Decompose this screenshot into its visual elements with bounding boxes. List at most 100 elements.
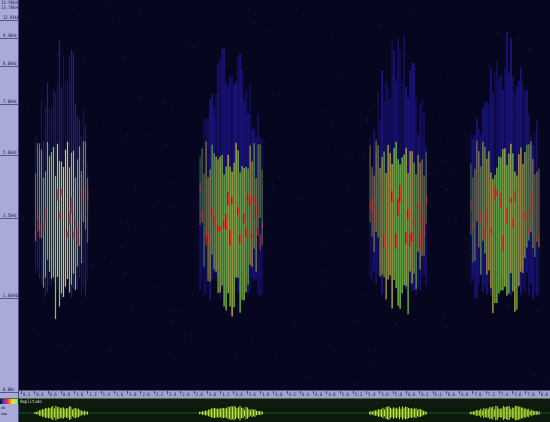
noise-speck [176,348,178,351]
spectral-core [245,228,247,238]
noise-speck [455,217,457,221]
spectral-band [42,177,45,288]
spectral-band [205,141,207,237]
time-tick [299,391,301,394]
noise-speck [32,329,34,331]
noise-speck [130,206,132,210]
amplitude-view[interactable] [19,404,550,422]
time-label: 3.2 [222,392,230,397]
noise-speck [163,100,165,104]
spectral-band [247,168,249,285]
time-label: 5.2 [354,392,363,397]
noise-speck [331,35,333,39]
noise-speck [302,2,304,5]
noise-speck [381,50,383,53]
time-label: 1.2 [89,392,97,397]
spectral-band [215,156,217,272]
spectral-band [257,144,259,228]
time-tick [459,391,461,394]
spectrogram-view[interactable] [19,0,550,390]
spectral-band [62,166,65,297]
noise-speck [537,12,539,15]
noise-speck [361,294,363,297]
spectral-core [80,186,83,202]
noise-speck [217,306,219,309]
frequency-ruler[interactable]: 14.96kHz 13.70kHz 12.94kHz 9.4kHz 8.6kHz 7.… [0,0,22,400]
noise-speck [327,15,329,19]
noise-speck [165,329,167,331]
spectral-band [255,178,257,272]
spectral-band [500,157,502,291]
spectral-core [532,190,534,207]
spectral-core [391,191,393,202]
spectral-band [217,159,219,294]
spectral-core [44,206,47,221]
time-tick [127,391,129,394]
noise-speck [193,202,195,206]
noise-speck [443,318,445,321]
noise-speck [94,211,96,214]
spectral-core [60,189,63,195]
burst-1 [34,39,89,320]
noise-speck [348,186,350,190]
time-ruler[interactable]: 0.2 0.4 0.6 0.8 1.0 1.2 1.4 1.6 1.8 2.0 2.2 2.4 2.6 2… [19,390,550,398]
noise-speck [193,46,195,49]
spectral-band [375,140,377,232]
noise-speck [127,134,129,137]
time-tick [153,391,155,394]
noise-speck [111,16,113,19]
time-label: 1.6 [115,392,124,397]
noise-speck [137,10,139,14]
time-label: 4.8 [328,392,336,397]
spectral-core [251,234,253,239]
spectral-band [524,152,526,258]
noise-speck [145,32,147,35]
noise-speck [116,29,118,31]
noise-speck [50,342,51,344]
noise-speck [250,340,252,344]
time-label: 2.4 [169,392,177,397]
noise-speck [120,244,122,247]
noise-speck [171,204,173,207]
spectral-core [490,228,492,234]
noise-speck [278,176,280,178]
spectral-band [84,141,87,230]
noise-speck [124,271,126,275]
spectral-core [36,214,39,233]
spectral-band [522,163,524,274]
spectral-band [421,159,423,257]
spectral-band [474,168,476,261]
burst-3 [369,35,427,315]
spectral-core [472,222,474,230]
spectral-core [38,224,41,238]
spectral-core [421,211,423,221]
spectral-core [249,197,251,207]
noise-speck [427,277,429,280]
time-label: 7.4 [500,392,509,397]
time-label: 0.8 [62,392,71,397]
spectral-band [82,140,85,223]
time-tick [392,391,394,394]
time-label: 1.0 [76,392,84,397]
noise-speck [325,134,327,137]
spectral-band [409,151,411,272]
spectral-band [207,177,209,282]
spectral-band [397,159,399,306]
noise-speck [322,270,324,272]
spectral-core [211,207,213,216]
spectral-band [516,175,518,310]
noise-speck [56,53,58,55]
time-label: 7.8 [527,392,535,397]
spectral-core [74,220,77,229]
noise-speck [425,87,427,90]
noise-speck [167,143,169,147]
time-tick [472,391,474,394]
spectral-core [217,226,219,232]
spectral-core [257,228,259,236]
noise-speck [169,352,171,355]
spectral-band [36,143,39,220]
noise-speck [308,89,310,91]
spectral-band [251,161,253,267]
noise-speck [336,10,338,12]
spectral-band [259,144,261,218]
